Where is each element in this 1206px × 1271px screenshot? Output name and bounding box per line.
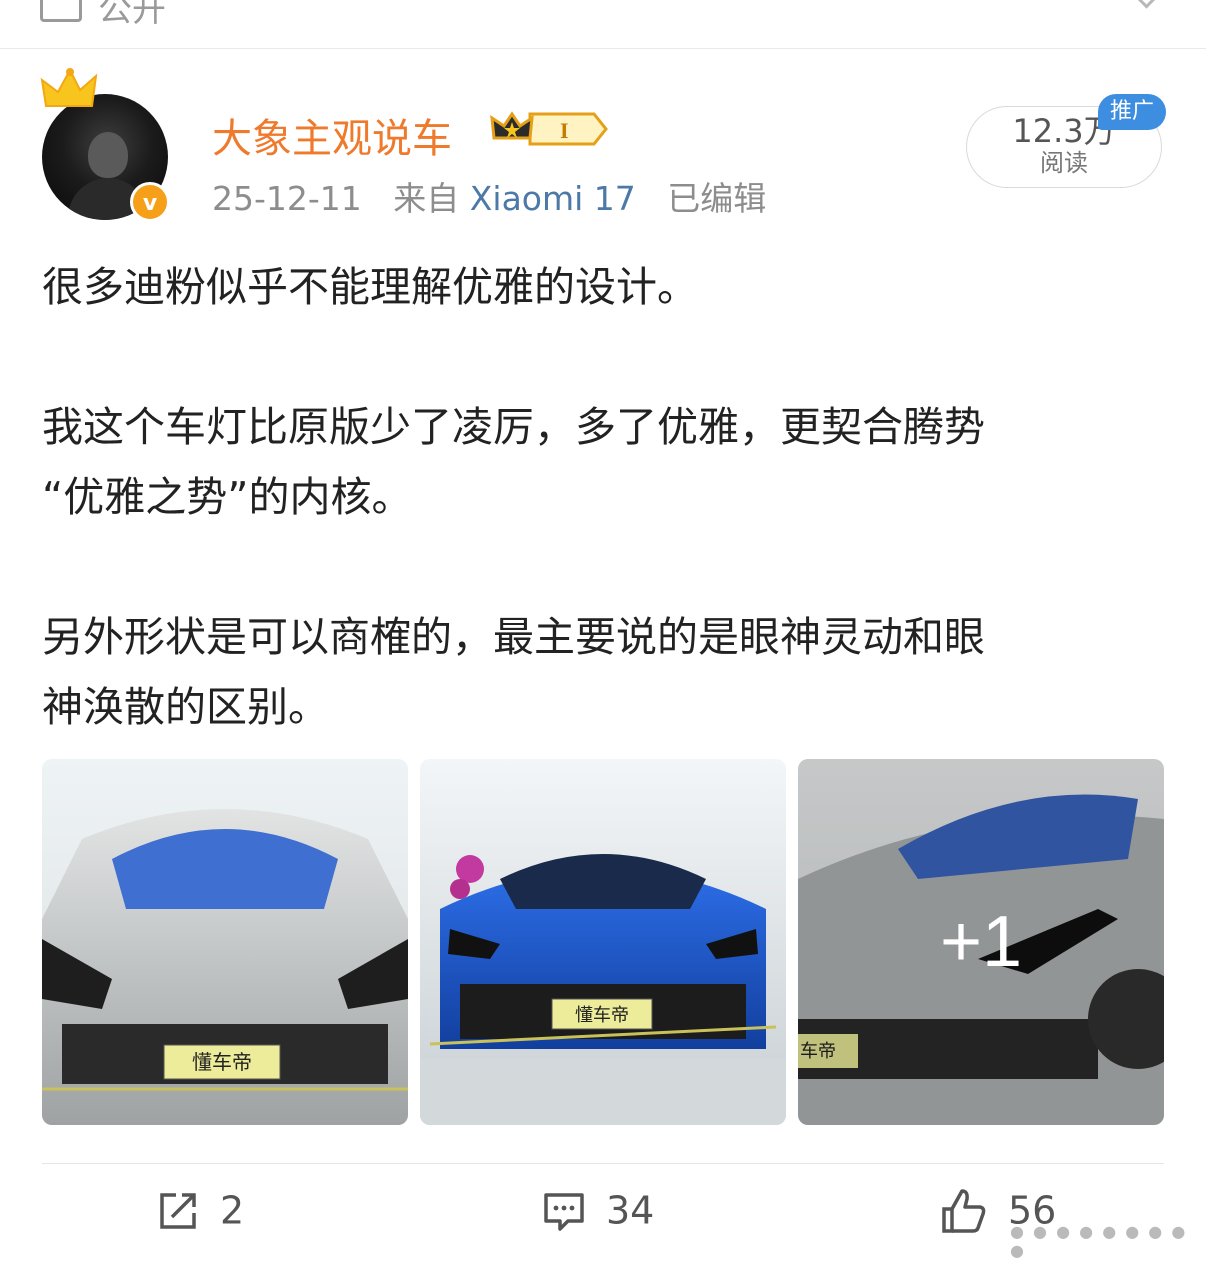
post-date: 25-12-11 [212, 179, 362, 218]
promo-tag: 推广 [1098, 94, 1166, 130]
image-1-badge: 懂车帝 [192, 1050, 252, 1074]
top-bar: 公开 [0, 0, 1206, 49]
post-paragraph: 很多迪粉似乎不能理解优雅的设计。 [42, 263, 698, 311]
comment-count: 34 [606, 1188, 655, 1233]
vip-level: I [560, 118, 569, 143]
repost-icon [160, 1192, 196, 1229]
source-device[interactable]: Xiaomi 17 [470, 179, 636, 218]
repost-count: 2 [220, 1188, 245, 1233]
divider [42, 1163, 1164, 1164]
read-label: 阅读 [1040, 149, 1088, 177]
post-paragraph: 神涣散的区别。 [42, 683, 329, 731]
post-paragraph: 我这个车灯比原版少了凌厉，多了优雅，更契合腾势 [42, 403, 985, 451]
chevron-down-icon[interactable] [1127, 0, 1166, 9]
post-paragraph: “优雅之势”的内核。 [42, 473, 413, 521]
comment-icon [544, 1192, 584, 1231]
repost-button[interactable]: 2 [156, 1186, 244, 1246]
verified-badge-icon: v [130, 182, 170, 222]
post-meta: 25-12-11 来自 Xiaomi 17 已编辑 [212, 172, 766, 220]
comment-button[interactable]: 34 [542, 1186, 654, 1246]
image-2-badge: 懂车帝 [575, 1005, 629, 1026]
post-paragraph: 另外形状是可以商榷的，最主要说的是眼神灵动和眼 [42, 613, 985, 661]
avatar-area[interactable]: v [40, 66, 172, 222]
visibility-icon [40, 0, 82, 22]
author-name[interactable]: 大象主观说车 [212, 106, 452, 164]
vip-crown-badge-icon[interactable]: I [490, 108, 608, 150]
post-image-1[interactable]: 懂车帝 [42, 759, 408, 1125]
post-image-2[interactable]: 懂车帝 [420, 759, 786, 1125]
post-body: 很多迪粉似乎不能理解优雅的设计。 我这个车灯比原版少了凌厉，多了优雅，更契合腾势… [42, 252, 1172, 742]
visibility-label: 公开 [98, 0, 166, 30]
more-images-count[interactable]: +1 [798, 759, 1164, 1125]
crown-icon [40, 67, 98, 107]
watermark: ● ● ● ● ● ● ● ● ● [1010, 1222, 1188, 1260]
source-prefix: 来自 [393, 179, 460, 218]
edited-label[interactable]: 已编辑 [667, 179, 766, 218]
post-image-3[interactable]: 车帝 +1 [798, 759, 1164, 1125]
like-icon [942, 1188, 986, 1233]
